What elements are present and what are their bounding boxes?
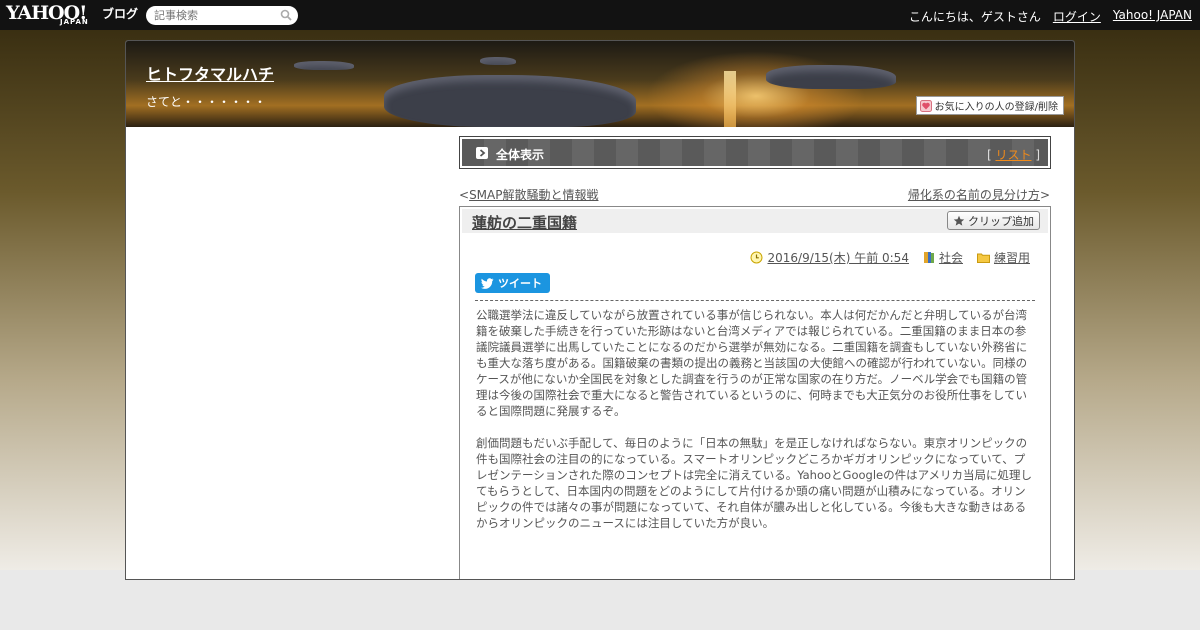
view-all-label[interactable]: 全体表示 (496, 146, 544, 163)
list-bracket-open: [ (986, 148, 992, 162)
heart-icon (919, 99, 932, 112)
star-icon (953, 215, 965, 226)
article-date[interactable]: 2016/9/15(木) 午前 0:54 (767, 249, 908, 266)
twitter-bird-icon (481, 277, 494, 289)
article-divider (475, 300, 1035, 301)
article: 蓮舫の二重国籍 クリップ追加 2016/9/15(木) 午前 0:54 社会 練… (459, 206, 1051, 579)
search-icon[interactable] (280, 9, 292, 21)
article-title[interactable]: 蓮舫の二重国籍 (472, 212, 577, 233)
folder-icon (976, 253, 990, 263)
ice-floe-far (480, 57, 516, 65)
article-meta: 2016/9/15(木) 午前 0:54 社会 練習用 (750, 249, 1030, 266)
list-link-wrap: [ リスト ] (987, 146, 1040, 163)
clock-icon (750, 251, 763, 264)
header-sun-reflection (724, 71, 736, 127)
prev-article-link[interactable]: SMAP解散騒動と情報戦 (469, 188, 598, 202)
article-category[interactable]: 社会 (939, 249, 963, 266)
search-input[interactable] (146, 6, 298, 25)
article-folder[interactable]: 練習用 (994, 249, 1030, 266)
article-header: 蓮舫の二重国籍 クリップ追加 (462, 209, 1048, 233)
ice-floe-large (384, 75, 636, 127)
ice-floe-right (766, 65, 896, 89)
article-paragraph: 公職選挙法に違反していながら放置されている事が信じられない。本人は何だかんだと弁… (476, 308, 1028, 418)
greeting-text: こんにちは、ゲストさん (908, 10, 1041, 24)
list-link[interactable]: リスト (995, 148, 1031, 162)
prev-arrow: < (459, 188, 470, 202)
blog-subtitle: さてと・・・・・・・ (146, 95, 267, 109)
blog-title[interactable]: ヒトフタマルハチ (146, 61, 274, 85)
view-toolbar-inner: 全体表示 [ リスト ] (462, 139, 1048, 166)
arrow-right-icon (476, 147, 488, 159)
list-bracket-close: ] (1035, 148, 1040, 162)
clip-add-button[interactable]: クリップ追加 (947, 211, 1040, 230)
logo-blog: ブログ (102, 7, 139, 21)
global-header: YAHOO! JAPAN ブログ こんにちは、ゲストさん ログイン Yahoo!… (0, 0, 1200, 30)
clip-add-label: クリップ追加 (968, 214, 1034, 228)
logo-sub: JAPAN (60, 18, 89, 26)
article-body: 公職選挙法に違反していながら放置されている事が信じられない。本人は何だかんだと弁… (476, 307, 1034, 547)
favorite-register-label: お気に入りの人の登録/削除 (934, 102, 1058, 113)
prev-article-nav: <SMAP解散騒動と情報戦 (459, 186, 598, 203)
blog-header: ヒトフタマルハチ さてと・・・・・・・ お気に入りの人の登録/削除 (126, 41, 1074, 127)
article-paragraph: 創価問題もだいぶ手配して、毎日のように「日本の無駄」を是正しなければならない。東… (476, 436, 1033, 530)
tweet-label: ツイート (498, 277, 542, 290)
article-date-wrap: 2016/9/15(木) 午前 0:54 (750, 249, 909, 266)
login-link[interactable]: ログイン (1053, 8, 1101, 25)
user-nav: こんにちは、ゲストさん ログイン Yahoo! JAPAN (909, 8, 1192, 25)
next-article-link[interactable]: 帰化系の名前の見分け方 (908, 188, 1040, 202)
article-category-wrap: 社会 (923, 249, 963, 266)
view-toolbar: 全体表示 [ リスト ] (459, 136, 1051, 169)
favorite-register-button[interactable]: お気に入りの人の登録/削除 (915, 96, 1064, 115)
book-icon (923, 252, 934, 263)
next-article-nav: 帰化系の名前の見分け方> (908, 186, 1050, 203)
blog-container: ヒトフタマルハチ さてと・・・・・・・ お気に入りの人の登録/削除 全体表示 [… (125, 40, 1075, 580)
yahoo-japan-link[interactable]: Yahoo! JAPAN (1113, 8, 1192, 25)
ice-floe-small (294, 61, 354, 70)
header-sun-glow (646, 51, 866, 127)
next-arrow: > (1039, 188, 1050, 202)
article-folder-wrap: 練習用 (976, 249, 1030, 266)
tweet-button[interactable]: ツイート (475, 273, 550, 293)
yahoo-blog-logo[interactable]: YAHOO! JAPAN ブログ (6, 2, 142, 28)
